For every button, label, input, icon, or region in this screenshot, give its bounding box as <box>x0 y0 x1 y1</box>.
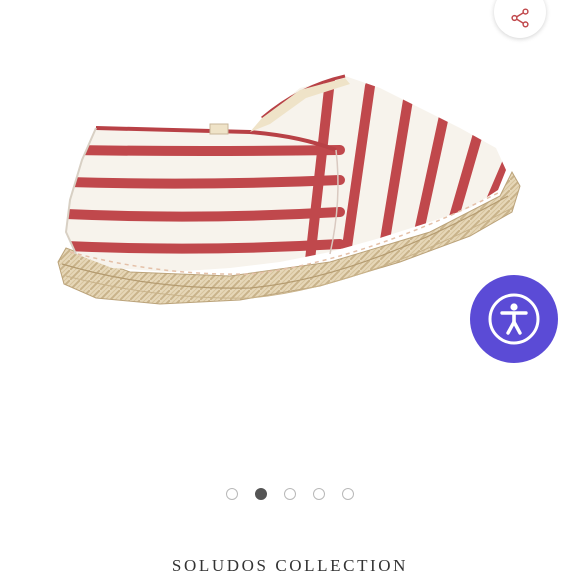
carousel-indicators <box>0 488 580 500</box>
share-icon <box>511 8 529 28</box>
carousel-dot-active[interactable] <box>255 488 267 500</box>
accessibility-icon <box>488 293 540 345</box>
carousel-dot[interactable] <box>226 488 238 500</box>
carousel-dot[interactable] <box>313 488 325 500</box>
accessibility-button[interactable] <box>470 275 558 363</box>
product-image-gallery[interactable] <box>0 0 580 520</box>
carousel-dot[interactable] <box>342 488 354 500</box>
carousel-dot[interactable] <box>284 488 296 500</box>
collection-label: SOLUDOS COLLECTION <box>171 556 409 575</box>
